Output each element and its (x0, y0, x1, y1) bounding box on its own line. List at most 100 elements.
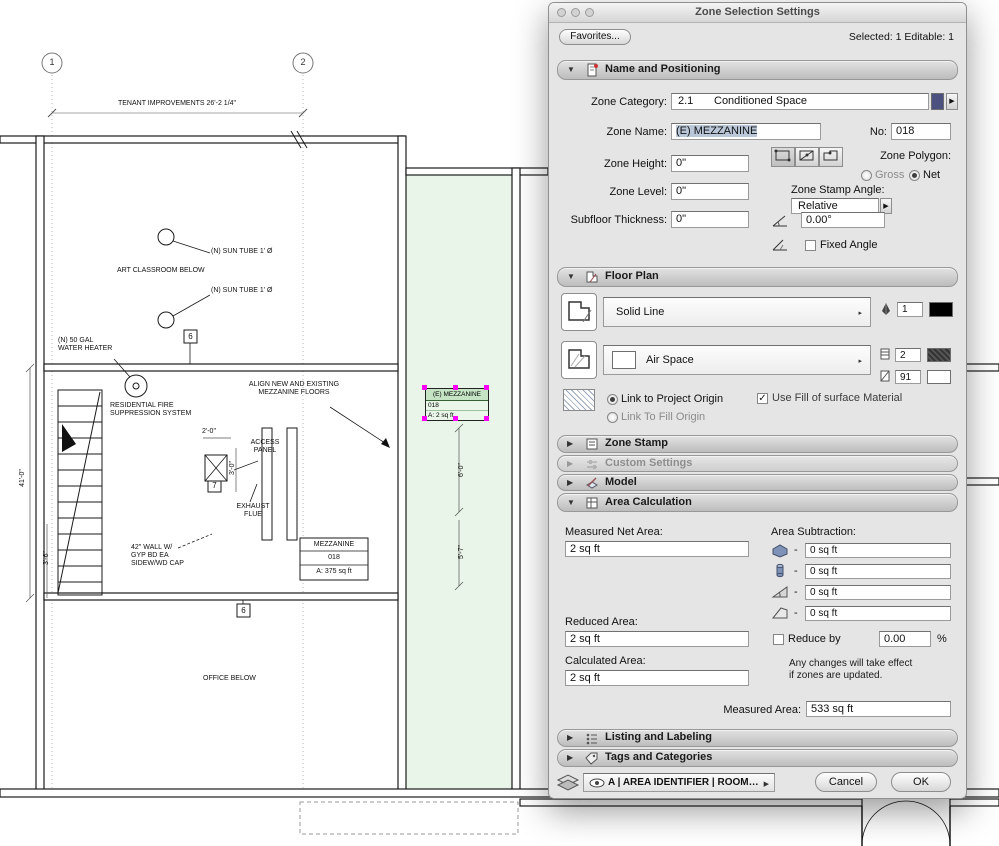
disclosure-triangle[interactable]: ▶ (567, 733, 573, 742)
plan-dim-5-7: 5'-7" (458, 545, 465, 559)
selection-handle[interactable] (422, 416, 427, 421)
plan-note-access-panel: ACCESS PANEL (250, 439, 280, 454)
plan-marker-7: 7 (212, 481, 217, 490)
stamp-angle-input[interactable]: 0.00° (801, 212, 885, 228)
plan-mezz-tag-area: A: 375 sq ft (316, 568, 352, 575)
dialog-title: Zone Selection Settings (695, 6, 820, 18)
use-fill-surface-checkbox[interactable]: ✓ (757, 393, 768, 404)
section-label: Area Calculation (605, 496, 692, 508)
stamp-angle-mode-value: Relative (798, 200, 838, 212)
fill-pen-input[interactable]: 2 (895, 348, 921, 362)
archicad-canvas: 1 2 TENANT IMPROVEMENTS 26'-2 1/4" (N) S… (0, 0, 999, 846)
zone-height-input[interactable]: 0" (671, 155, 749, 172)
zone-level-input[interactable]: 0" (671, 183, 749, 200)
zone-polygon-method-2-button[interactable] (795, 147, 819, 167)
zone-category-popup-button[interactable]: ▶ (946, 93, 958, 110)
disclosure-triangle[interactable]: ▶ (567, 459, 573, 468)
section-label: Listing and Labeling (605, 731, 712, 743)
model-icon (585, 476, 599, 493)
contour-pen-input[interactable]: 1 (897, 302, 923, 317)
calculated-area-input[interactable]: 2 sq ft (565, 670, 749, 686)
use-fill-surface-label[interactable]: Use Fill of surface Material (772, 392, 902, 404)
contour-line-type-dropdown[interactable]: Solid Line ▸ (603, 297, 871, 327)
section-label: Floor Plan (605, 270, 659, 282)
disclosure-triangle[interactable]: ▼ (567, 498, 575, 507)
fixed-angle-checkbox[interactable] (805, 240, 816, 251)
zone-stamp-angle-label: Zone Stamp Angle: (791, 184, 885, 196)
zone-number-input[interactable]: 018 (891, 123, 951, 140)
fill-bg-pen-input[interactable]: 91 (895, 370, 921, 384)
favorites-button[interactable]: Favorites... (559, 29, 631, 45)
low-ceiling-subtraction-input[interactable]: 0 sq ft (805, 585, 951, 600)
area-subtraction-label: Area Subtraction: (771, 526, 856, 538)
fixed-angle-label[interactable]: Fixed Angle (820, 239, 877, 251)
link-fill-origin-radio[interactable] (607, 412, 618, 423)
measured-net-area-input[interactable]: 2 sq ft (565, 541, 749, 557)
plan-note-wall: 42" WALL W/ GYP BD EA SIDEW/WD CAP (131, 544, 184, 567)
disclosure-triangle[interactable]: ▶ (567, 439, 573, 448)
plan-note-sun-tube-1: (N) SUN TUBE 1' Ø (211, 248, 273, 255)
chevron-right-icon: ▸ (858, 358, 862, 365)
column-subtraction-icon (773, 563, 787, 582)
selection-handle[interactable] (484, 416, 489, 421)
selection-handle[interactable] (484, 385, 489, 390)
link-fill-origin-label[interactable]: Link To Fill Origin (621, 411, 705, 423)
curved-ceiling-subtraction-input[interactable]: 0 sq ft (805, 606, 951, 621)
zone-fill-preview-button[interactable] (561, 341, 597, 379)
disclosure-triangle[interactable]: ▼ (567, 65, 575, 74)
layers-icon[interactable] (555, 771, 581, 796)
tags-categories-icon (585, 751, 599, 768)
link-project-origin-radio[interactable] (607, 394, 618, 405)
zone-category-combo[interactable]: 2.1 Conditioned Space (671, 93, 929, 110)
net-radio-label[interactable]: Net (923, 169, 940, 181)
zone-height-label: Zone Height: (604, 158, 667, 170)
plan-note-water-heater: (N) 50 GAL WATER HEATER (58, 337, 113, 352)
dialog-titlebar[interactable]: Zone Selection Settings (549, 3, 966, 23)
reduced-area-input[interactable]: 2 sq ft (565, 631, 749, 647)
zone-name-input[interactable]: (E) MEZZANINE (671, 123, 821, 140)
zone-polygon-method-1-button[interactable] (771, 147, 795, 167)
zone-contour-preview-button[interactable] (561, 293, 597, 331)
minus-sign: - (794, 607, 798, 619)
reduce-by-input[interactable]: 0.00 (879, 631, 931, 647)
reduce-by-label[interactable]: Reduce by (788, 633, 841, 645)
plan-mezz-tag-no: 018 (328, 554, 340, 561)
plan-note-sun-tube-2: (N) SUN TUBE 1' Ø (211, 287, 273, 294)
subfloor-thickness-input[interactable]: 0" (671, 211, 749, 228)
reduce-by-checkbox[interactable] (773, 634, 784, 645)
zone-category-color-swatch[interactable] (931, 93, 944, 110)
plan-marker-6-bottom: 6 (241, 606, 246, 615)
selection-handle[interactable] (453, 416, 458, 421)
section-label: Zone Stamp (605, 437, 668, 449)
zone-polygon-method-3-button[interactable] (819, 147, 843, 167)
disclosure-triangle[interactable]: ▶ (567, 753, 573, 762)
fill-type-dropdown[interactable]: Air Space ▸ (603, 345, 871, 375)
zone-name-label: Zone Name: (606, 126, 667, 138)
contour-pen-color-swatch[interactable] (929, 302, 953, 317)
disclosure-triangle[interactable]: ▼ (567, 272, 575, 281)
wall-subtraction-icon (771, 543, 789, 561)
selection-handle[interactable] (422, 385, 427, 390)
name-positioning-icon (585, 63, 599, 80)
plan-dim-3-0: 3'-0" (229, 461, 236, 475)
section-label: Model (605, 476, 637, 488)
zone-level-label: Zone Level: (609, 186, 667, 198)
wall-subtraction-input[interactable]: 0 sq ft (805, 543, 951, 558)
column-subtraction-input[interactable]: 0 sq ft (805, 564, 951, 579)
ok-button[interactable]: OK (891, 772, 951, 792)
net-radio[interactable] (909, 170, 920, 181)
link-project-origin-label[interactable]: Link to Project Origin (621, 393, 723, 405)
zone-stamp-name: (E) MEZZANINE (426, 389, 488, 401)
gross-radio-label[interactable]: Gross (875, 169, 904, 181)
disclosure-triangle[interactable]: ▶ (567, 478, 573, 487)
fill-pen-color-swatch[interactable] (927, 348, 951, 362)
selection-handle[interactable] (453, 385, 458, 390)
update-note: Any changes will take effect if zones ar… (789, 658, 913, 681)
minus-sign: - (794, 544, 798, 556)
layer-combo[interactable]: A | AREA IDENTIFIER | ROOM… ▶ (583, 773, 775, 792)
measured-area-input[interactable]: 533 sq ft (806, 701, 951, 717)
cancel-button[interactable]: Cancel (815, 772, 877, 792)
zone-stamp-icon (585, 437, 599, 454)
gross-radio[interactable] (861, 170, 872, 181)
fill-bg-color-swatch[interactable] (927, 370, 951, 384)
